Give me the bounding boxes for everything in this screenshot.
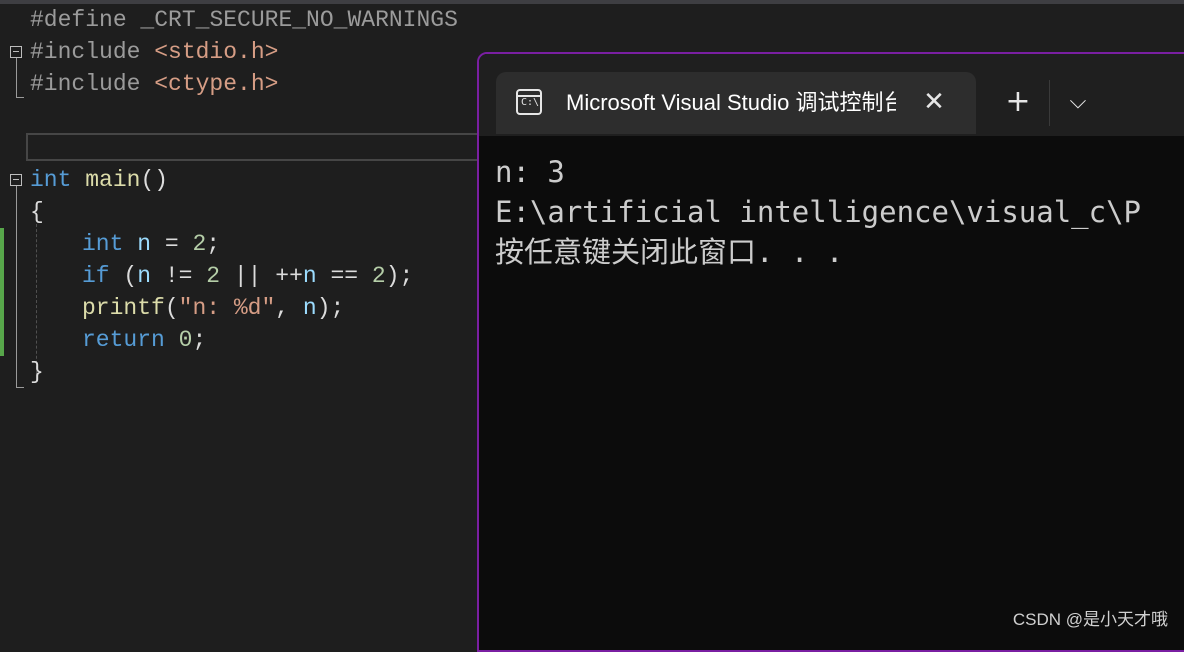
code-line-main[interactable]: int main()	[30, 164, 168, 196]
chevron-down-icon[interactable]: ⌵	[1063, 86, 1093, 118]
number-literal: 2	[371, 263, 386, 289]
variable: n	[123, 231, 152, 257]
code-line-include-ctype[interactable]: #include <ctype.h>	[30, 68, 278, 100]
preprocessor-keyword: #include	[30, 71, 141, 97]
terminal-tab-bar: C:\ Microsoft Visual Studio 调试控制台 ✕ + ⌵	[479, 54, 1184, 136]
console-line: n: 3	[495, 155, 565, 189]
code-line-include-stdio[interactable]: #include <stdio.h>	[30, 36, 278, 68]
tab-title: Microsoft Visual Studio 调试控制台	[566, 90, 896, 115]
debug-console-window[interactable]: C:\ Microsoft Visual Studio 调试控制台 ✕ + ⌵ …	[477, 52, 1184, 652]
macro-name: _CRT_SECURE_NO_WARNINGS	[126, 7, 458, 33]
punctuation: ()	[140, 167, 169, 193]
change-indicator-bar	[0, 228, 4, 356]
punctuation: (	[164, 295, 179, 321]
fold-rail	[16, 58, 17, 98]
terminal-tab[interactable]: C:\ Microsoft Visual Studio 调试控制台 ✕	[496, 72, 976, 134]
punctuation: );	[316, 295, 345, 321]
terminal-icon: C:\	[516, 89, 542, 115]
code-line-declaration[interactable]: int n = 2;	[82, 228, 220, 260]
keyword: int	[82, 231, 124, 257]
variable: n	[302, 263, 317, 289]
preprocessor-keyword: #include	[30, 39, 141, 65]
keyword: return	[82, 327, 165, 353]
code-line-open-brace[interactable]: {	[30, 196, 44, 228]
fold-toggle-main-icon[interactable]	[10, 174, 22, 186]
operator: =	[151, 231, 193, 257]
punctuation: {	[30, 199, 44, 225]
console-line: 按任意键关闭此窗口. . .	[495, 235, 844, 269]
keyword: if	[82, 263, 110, 289]
function-name: printf	[82, 295, 165, 321]
operator: !=	[151, 263, 207, 289]
number-literal: 0	[178, 327, 193, 353]
code-line-close-brace[interactable]: }	[30, 356, 44, 388]
current-line-highlight	[26, 133, 486, 161]
punctuation: ;	[192, 327, 207, 353]
variable: n	[302, 295, 317, 321]
function-name: main	[71, 167, 141, 193]
code-line-define[interactable]: #define _CRT_SECURE_NO_WARNINGS	[30, 4, 458, 36]
fold-toggle-includes-icon[interactable]	[10, 46, 22, 58]
watermark: CSDN @是小天才哦	[1012, 610, 1168, 629]
fold-end	[16, 97, 24, 98]
variable: n	[137, 263, 152, 289]
preprocessor-keyword: #define	[30, 7, 127, 33]
operator: ==	[316, 263, 372, 289]
punctuation: );	[385, 263, 414, 289]
new-tab-button[interactable]: +	[1003, 86, 1033, 118]
header-name: <ctype.h>	[140, 71, 279, 97]
number-literal: 2	[206, 263, 221, 289]
code-line-printf[interactable]: printf("n: %d", n);	[82, 292, 344, 324]
fold-end	[16, 387, 24, 388]
indent-guide	[36, 224, 37, 374]
code-line-return[interactable]: return 0;	[82, 324, 206, 356]
punctuation: }	[30, 359, 44, 385]
close-icon[interactable]: ✕	[920, 86, 948, 118]
operator: || ++	[220, 263, 303, 289]
string-literal: "n: %d"	[178, 295, 276, 321]
header-name: <stdio.h>	[140, 39, 279, 65]
console-output[interactable]: n: 3 E:\artificial intelligence\visual_c…	[495, 152, 1184, 272]
console-line: E:\artificial intelligence\visual_c\P	[495, 195, 1142, 229]
code-line-if[interactable]: if (n != 2 || ++n == 2);	[82, 260, 413, 292]
punctuation: ,	[275, 295, 303, 321]
punctuation: ;	[206, 231, 221, 257]
fold-rail	[16, 186, 17, 388]
punctuation: (	[109, 263, 138, 289]
number-literal: 2	[192, 231, 207, 257]
keyword: int	[30, 167, 72, 193]
tab-separator	[1049, 80, 1050, 126]
